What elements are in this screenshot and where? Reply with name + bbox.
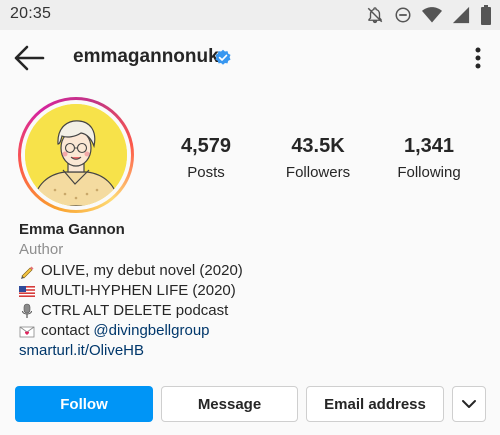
stat-value: 4,579 bbox=[180, 135, 232, 157]
header-username: emmagannonuk bbox=[73, 46, 219, 67]
avatar-story-ring[interactable] bbox=[18, 97, 134, 213]
suggested-dropdown-button[interactable] bbox=[452, 386, 486, 422]
avatar bbox=[25, 104, 127, 206]
do-not-disturb-icon bbox=[395, 7, 411, 23]
status-icons bbox=[366, 5, 492, 25]
signal-icon bbox=[452, 6, 470, 24]
message-button[interactable]: Message bbox=[161, 386, 298, 422]
stat-label: Followers bbox=[285, 164, 351, 181]
stat-label: Following bbox=[397, 164, 461, 181]
bio-text: contact bbox=[41, 321, 90, 339]
profile-header: emmagannonuk bbox=[0, 30, 500, 86]
profile-name: Emma Gannon bbox=[19, 221, 125, 238]
bio-line: MULTI-HYPHEN LIFE (2020) bbox=[19, 281, 479, 300]
stat-followers[interactable]: 43.5K Followers bbox=[278, 135, 358, 181]
email-address-button[interactable]: Email address bbox=[306, 386, 444, 422]
avatar-illustration bbox=[25, 104, 127, 206]
wifi-icon bbox=[422, 7, 442, 23]
follow-button[interactable]: Follow bbox=[15, 386, 153, 422]
bio-line: CTRL ALT DELETE podcast bbox=[19, 301, 479, 320]
profile-category: Author bbox=[19, 241, 64, 258]
profile-bio: Emma Gannon Author OLIVE, my debut novel… bbox=[19, 221, 479, 360]
bio-text: MULTI-HYPHEN LIFE (2020) bbox=[41, 281, 236, 299]
notifications-off-icon bbox=[367, 7, 383, 24]
bio-line: OLIVE, my debut novel (2020) bbox=[19, 261, 479, 280]
stat-label: Posts bbox=[187, 164, 225, 181]
love-letter-icon bbox=[19, 326, 35, 337]
microphone-icon bbox=[22, 303, 32, 318]
us-flag-icon bbox=[19, 285, 35, 297]
bio-text: OLIVE, my debut novel (2020) bbox=[41, 261, 243, 279]
stat-value: 43.5K bbox=[291, 135, 345, 157]
profile-website-link[interactable]: smarturl.it/OliveHB bbox=[19, 342, 144, 360]
stat-value: 1,341 bbox=[403, 135, 455, 157]
chevron-down-icon bbox=[462, 400, 476, 408]
contact-mention-link[interactable]: @divingbellgroup bbox=[93, 322, 209, 340]
bio-line: contact @divingbellgroup bbox=[19, 321, 479, 340]
battery-icon bbox=[481, 5, 491, 25]
back-icon[interactable] bbox=[12, 44, 46, 72]
pencil-emoji-icon bbox=[21, 266, 34, 279]
more-options-icon[interactable] bbox=[468, 44, 488, 72]
status-bar: 20:35 bbox=[0, 0, 500, 30]
bio-text: CTRL ALT DELETE podcast bbox=[41, 301, 229, 319]
stat-posts: 4,579 Posts bbox=[172, 135, 240, 181]
verified-badge-icon bbox=[215, 49, 231, 65]
status-time: 20:35 bbox=[10, 5, 52, 22]
stat-following[interactable]: 1,341 Following bbox=[391, 135, 467, 181]
bio-line: smarturl.it/OliveHB bbox=[19, 341, 479, 360]
